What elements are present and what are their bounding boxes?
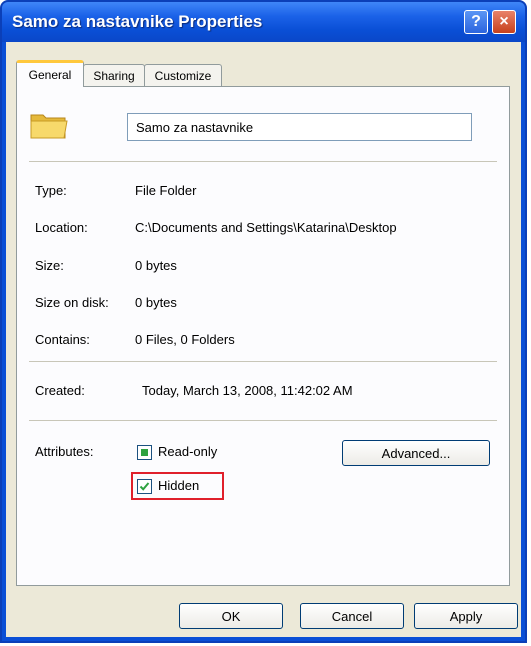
- size-on-disk-label: Size on disk:: [35, 295, 109, 310]
- separator: [29, 161, 497, 162]
- folder-icon: [30, 114, 68, 139]
- cancel-button[interactable]: Cancel: [300, 603, 404, 629]
- advanced-button[interactable]: Advanced...: [342, 440, 490, 466]
- size-label: Size:: [35, 258, 64, 273]
- close-button[interactable]: ×: [492, 10, 516, 34]
- contains-value: 0 Files, 0 Folders: [135, 332, 235, 347]
- contains-label: Contains:: [35, 332, 90, 347]
- created-label: Created:: [35, 383, 85, 398]
- window-title: Samo za nastavnike Properties: [12, 12, 263, 31]
- read-only-label[interactable]: Read-only: [158, 444, 217, 459]
- separator: [29, 361, 497, 362]
- tab-general[interactable]: General: [16, 60, 84, 87]
- size-on-disk-value: 0 bytes: [135, 295, 177, 310]
- created-value: Today, March 13, 2008, 11:42:02 AM: [142, 383, 353, 398]
- check-icon: [139, 482, 150, 491]
- attributes-label: Attributes:: [35, 444, 94, 459]
- general-tab-panel: Type: File Folder Location: C:\Documents…: [16, 86, 510, 586]
- close-icon: ×: [499, 13, 509, 30]
- apply-button[interactable]: Apply: [414, 603, 518, 629]
- hidden-label[interactable]: Hidden: [158, 478, 199, 493]
- location-value: C:\Documents and Settings\Katarina\Deskt…: [135, 220, 397, 235]
- read-only-checkbox[interactable]: [137, 445, 152, 460]
- hidden-checkbox[interactable]: [137, 479, 152, 494]
- ok-button[interactable]: OK: [179, 603, 283, 629]
- dialog-client-area: General Sharing Customize Type: File Fol…: [6, 42, 521, 637]
- folder-name-input[interactable]: [127, 113, 472, 141]
- help-icon: ?: [471, 13, 481, 30]
- properties-window: Samo za nastavnike Properties ? × Genera…: [0, 0, 527, 643]
- type-label: Type:: [35, 183, 67, 198]
- tab-customize[interactable]: Customize: [144, 64, 222, 86]
- size-value: 0 bytes: [135, 258, 177, 273]
- tab-sharing[interactable]: Sharing: [83, 64, 145, 86]
- title-bar[interactable]: Samo za nastavnike Properties ? ×: [2, 2, 525, 42]
- type-value: File Folder: [135, 183, 197, 198]
- location-label: Location:: [35, 220, 88, 235]
- separator: [29, 420, 497, 421]
- help-button[interactable]: ?: [464, 10, 488, 34]
